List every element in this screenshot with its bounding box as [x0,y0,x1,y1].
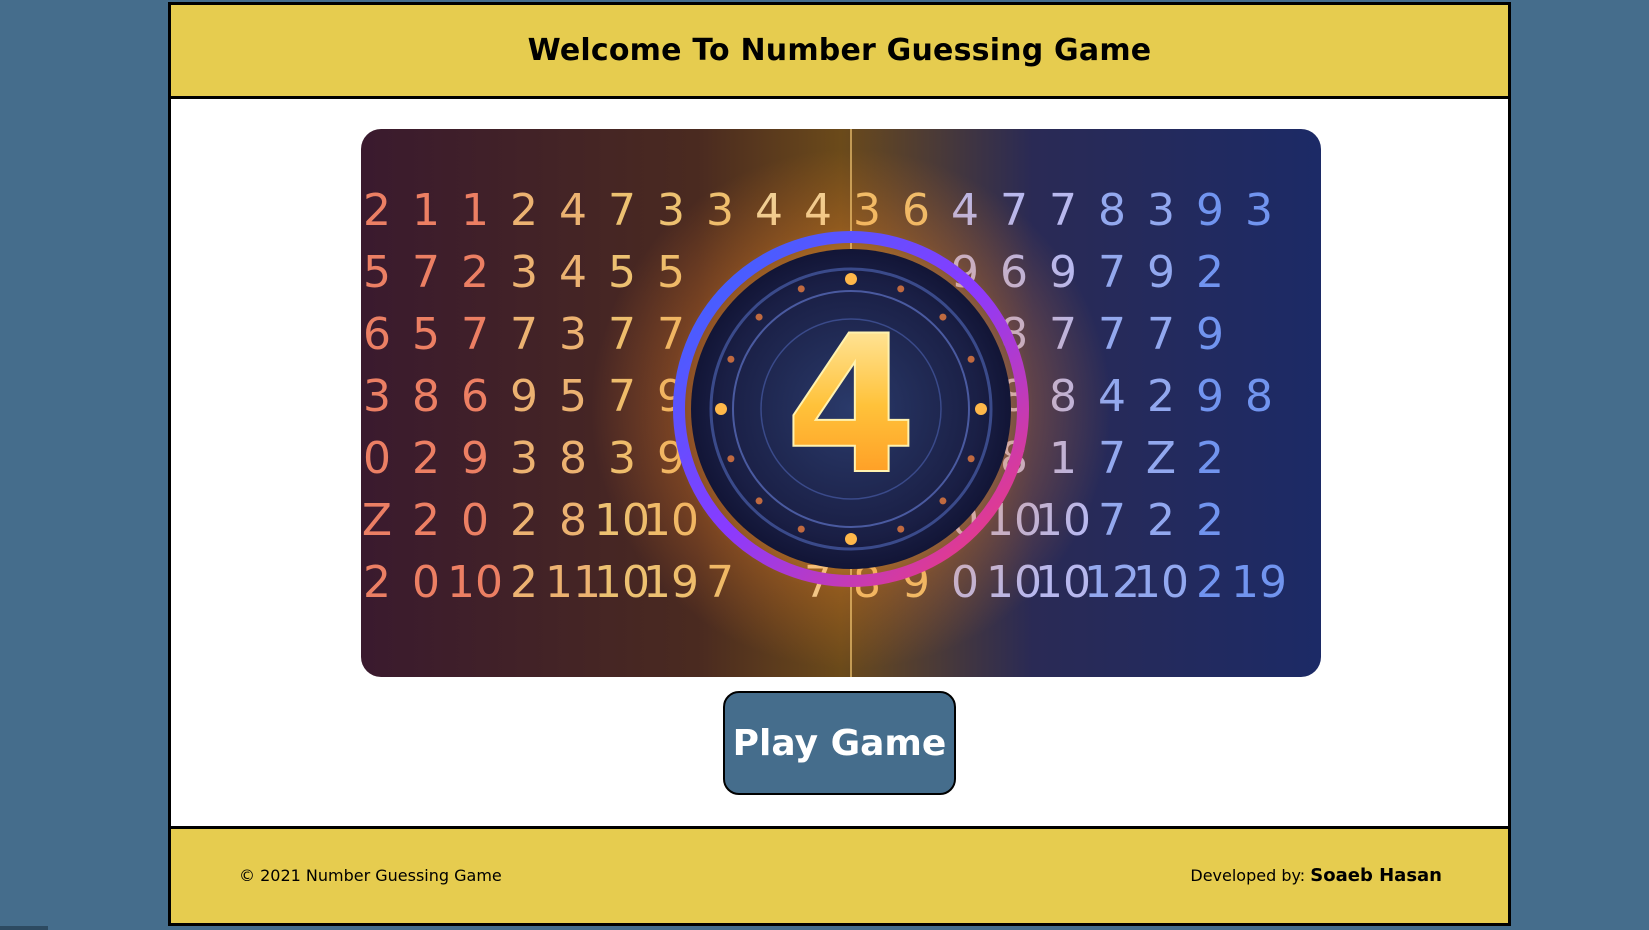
grid-digit: Z [1146,433,1176,484]
grid-digit: 9 [510,371,538,422]
grid-digit: 7 [510,309,538,360]
developer-name: Soaeb Hasan [1310,865,1442,886]
grid-digit: 2 [1196,557,1224,608]
grid-digit: 2 [510,185,538,236]
grid-digit: 0 [461,495,489,546]
dial-dot [897,525,905,533]
page-title: Welcome To Number Guessing Game [527,33,1152,68]
grid-digit: 2 [1196,247,1224,298]
grid-digit: 8 [1098,185,1126,236]
dial-dot [845,533,857,545]
dial-dot [897,285,905,293]
dial-dot [715,403,727,415]
dial-dot [845,273,857,285]
dial-dot [797,285,805,293]
grid-digit: 8 [1245,371,1273,422]
grid-digit: 3 [1245,185,1273,236]
grid-digit: 9 [1196,185,1224,236]
grid-digit: 7 [1098,495,1126,546]
grid-digit: 8 [559,495,587,546]
grid-digit: 8 [559,433,587,484]
grid-digit: 7 [1049,185,1077,236]
grid-digit: 5 [412,309,440,360]
grid-digit: 2 [510,495,538,546]
taskbar-strip [0,926,48,930]
center-digit: 4 [785,295,917,516]
dial-dot [967,355,975,363]
grid-digit: 3 [559,309,587,360]
grid-digit: 10 [447,557,503,608]
grid-digit: 2 [1196,433,1224,484]
header-bar: Welcome To Number Guessing Game [171,5,1508,99]
play-game-button[interactable]: Play Game [723,691,956,795]
grid-digit: 2 [1147,371,1175,422]
grid-digit: 3 [363,371,391,422]
hero-illustration: 2112473344364778393572345596979265773779… [361,129,1321,677]
grid-digit: 1 [412,185,440,236]
app-frame: Welcome To Number Guessing Game 2 1 1 2 … [168,2,1511,926]
grid-digit: 7 [412,247,440,298]
dial-dot [975,403,987,415]
grid-digit: 8 [412,371,440,422]
dial-dot [939,313,947,321]
grid-digit: 11 [545,557,601,608]
dial-dot [727,455,735,463]
grid-digit: 2 [363,185,391,236]
dial-dot [755,313,763,321]
grid-digit: 7 [1098,247,1126,298]
grid-digit: 1 [461,185,489,236]
grid-digit: 2 [363,557,391,608]
grid-digit: 2 [412,433,440,484]
grid-digit: 5 [363,247,391,298]
grid-digit: 3 [510,433,538,484]
grid-digit: 3 [1147,185,1175,236]
grid-digit: 7 [461,309,489,360]
grid-digit: 6 [461,371,489,422]
developer-prefix: Developed by: [1190,866,1311,885]
grid-digit: 2 [1196,495,1224,546]
grid-digit: 9 [1196,371,1224,422]
grid-digit: 7 [608,185,636,236]
grid-digit: 0 [363,433,391,484]
footer-bar: © 2021 Number Guessing Game Developed by… [171,826,1508,923]
grid-digit: 2 [412,495,440,546]
grid-digit: 4 [559,185,587,236]
grid-digit: 7 [1147,309,1175,360]
grid-digit: 10 [1133,557,1189,608]
dial-dot [797,525,805,533]
developer-credit: Developed by: Soaeb Hasan [1190,865,1442,886]
grid-digit: 9 [461,433,489,484]
copyright-text: © 2021 Number Guessing Game [239,866,502,885]
grid-digit: 9 [1196,309,1224,360]
grid-digit: 4 [559,247,587,298]
grid-digit: 2 [461,247,489,298]
grid-digit: 12 [1084,557,1140,608]
dial-dot [967,455,975,463]
grid-digit: 2 [510,557,538,608]
grid-digit: 3 [510,247,538,298]
grid-digit: 2 [1147,495,1175,546]
dial-dot [727,355,735,363]
dial-dot [939,497,947,505]
dial-dot [755,497,763,505]
hero-image: 2112473344364778393572345596979265773779… [361,129,1321,677]
grid-digit: 0 [412,557,440,608]
grid-digit: 6 [363,309,391,360]
grid-digit: 19 [1231,557,1287,608]
grid-digit: 5 [559,371,587,422]
grid-digit: Z [362,495,392,546]
grid-digit: 10 [594,557,650,608]
grid-digit: 9 [1147,247,1175,298]
